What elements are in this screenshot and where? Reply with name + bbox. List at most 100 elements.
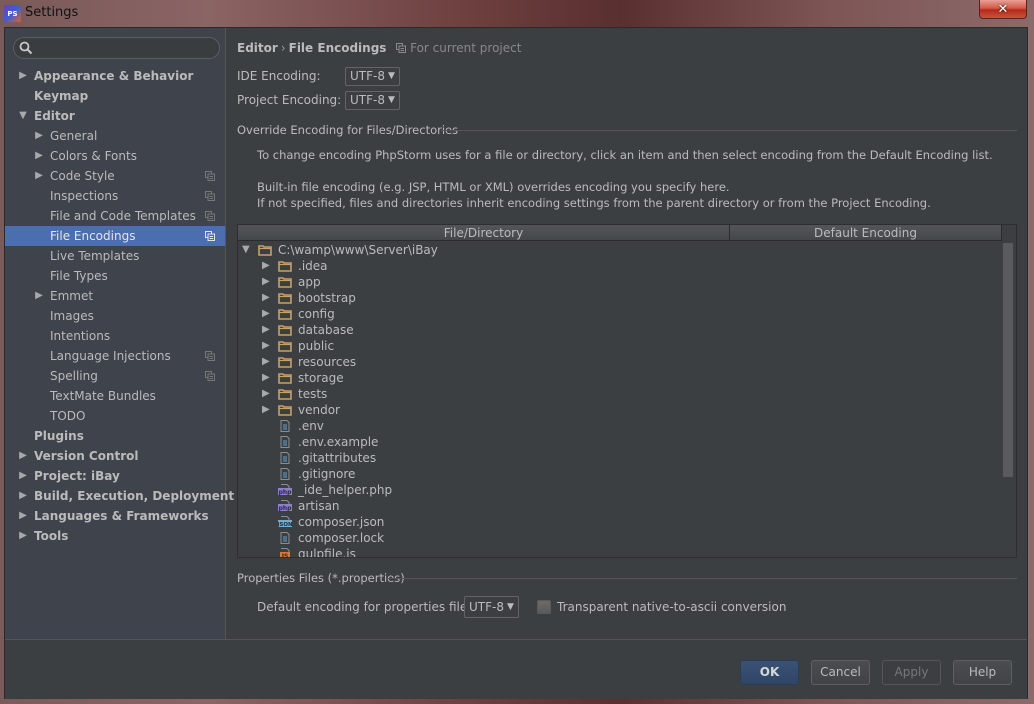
table-row[interactable]: composer.lock [238,530,1002,546]
project-level-icon [205,171,215,181]
sidebar-item-appearance-behavior[interactable]: ▶ Appearance & Behavior [5,66,225,86]
sidebar-item-inspections[interactable]: Inspections [5,186,225,206]
override-group-title: Override Encoding for Files/Directories [237,123,459,137]
apply-button[interactable]: Apply [882,660,941,685]
properties-encoding-select[interactable]: UTF-8 ▼ [464,596,519,618]
sidebar-item-editor[interactable]: ▼ Editor [5,106,225,126]
table-row[interactable]: php _ide_helper.php [238,482,1002,498]
expand-arrow-down-icon[interactable]: ▼ [242,242,250,258]
expand-arrow-right-icon[interactable]: ▶ [262,258,270,274]
sidebar-item-spelling[interactable]: Spelling [5,366,225,386]
table-row[interactable]: ▶ bootstrap [238,290,1002,306]
table-row[interactable]: JSON composer.json [238,514,1002,530]
expand-arrow-right-icon[interactable]: ▶ [34,126,44,146]
table-row[interactable]: ▶ storage [238,370,1002,386]
sidebar-item-live-templates[interactable]: Live Templates [5,246,225,266]
ide-encoding-select[interactable]: UTF-8 ▼ [345,67,400,86]
sidebar-item-colors-fonts[interactable]: ▶ Colors & Fonts [5,146,225,166]
sidebar-item-file-and-code-templates[interactable]: File and Code Templates [5,206,225,226]
expand-arrow-right-icon[interactable]: ▶ [262,290,270,306]
table-row[interactable]: .gitattributes [238,450,1002,466]
table-row[interactable]: .env [238,418,1002,434]
expand-arrow-right-icon[interactable]: ▶ [18,486,28,506]
table-row[interactable]: ▶ .idea [238,258,1002,274]
expand-arrow-right-icon[interactable]: ▶ [34,286,44,306]
expand-arrow-right-icon[interactable]: ▶ [18,466,28,486]
sidebar-item-intentions[interactable]: Intentions [5,326,225,346]
file-name: config [298,307,335,321]
sidebar-item-languages-frameworks[interactable]: ▶ Languages & Frameworks [5,506,225,526]
sidebar-item-plugins[interactable]: Plugins [5,426,225,446]
close-window-button[interactable]: ✕ [979,0,1027,19]
sidebar-item-emmet[interactable]: ▶ Emmet [5,286,225,306]
expand-arrow-right-icon[interactable]: ▶ [18,446,28,466]
settings-search-input[interactable] [13,37,220,59]
sidebar-item-language-injections[interactable]: Language Injections [5,346,225,366]
sidebar-item-file-encodings[interactable]: File Encodings [5,226,225,246]
table-row[interactable]: ▶ database [238,322,1002,338]
file-name: gulpfile.js [298,547,356,558]
table-row[interactable]: ▼ C:\wamp\www\Server\iBay [238,242,1002,258]
expand-arrow-right-icon[interactable]: ▶ [18,66,28,86]
sidebar-item-general[interactable]: ▶ General [5,126,225,146]
php-file-icon: php [278,500,292,512]
sidebar-item-label: Editor [34,109,75,123]
table-row[interactable]: JS gulpfile.js [238,546,1002,558]
sidebar-item-code-style[interactable]: ▶ Code Style [5,166,225,186]
table-header: File/Directory Default Encoding [238,225,1002,241]
expand-arrow-right-icon[interactable]: ▶ [34,166,44,186]
expand-arrow-right-icon[interactable]: ▶ [34,146,44,166]
expand-arrow-right-icon[interactable]: ▶ [262,338,270,354]
cancel-button[interactable]: Cancel [811,660,870,685]
expand-arrow-right-icon[interactable]: ▶ [18,506,28,526]
table-row[interactable]: ▶ vendor [238,402,1002,418]
expand-arrow-down-icon[interactable]: ▼ [18,106,28,126]
table-row[interactable]: .gitignore [238,466,1002,482]
group-divider [441,130,1017,131]
sidebar-item-label: Project: iBay [34,469,120,483]
text-file-icon [280,452,290,464]
project-level-icon [205,231,215,241]
table-row[interactable]: ▶ resources [238,354,1002,370]
expand-arrow-right-icon[interactable]: ▶ [18,526,28,546]
folder-icon [278,389,292,400]
expand-arrow-right-icon[interactable]: ▶ [262,370,270,386]
help-button[interactable]: Help [953,660,1012,685]
table-row[interactable]: php artisan [238,498,1002,514]
sidebar-item-file-types[interactable]: File Types [5,266,225,286]
expand-arrow-right-icon[interactable]: ▶ [262,386,270,402]
breadcrumb-parent: Editor [237,41,278,55]
expand-arrow-right-icon[interactable]: ▶ [262,402,270,418]
table-vertical-scrollbar[interactable] [1001,241,1015,557]
table-row[interactable]: ▶ tests [238,386,1002,402]
project-encoding-select[interactable]: UTF-8 ▼ [345,91,400,110]
sidebar-item-project-ibay[interactable]: ▶ Project: iBay [5,466,225,486]
sidebar-item-tools[interactable]: ▶ Tools [5,526,225,546]
sidebar-item-version-control[interactable]: ▶ Version Control [5,446,225,466]
sidebar-item-label: File and Code Templates [50,209,196,223]
sidebar-item-images[interactable]: Images [5,306,225,326]
phpstorm-app-icon: PS [4,5,21,22]
table-row[interactable]: ▶ app [238,274,1002,290]
chevron-down-icon: ▼ [506,601,514,612]
table-row[interactable]: ▶ config [238,306,1002,322]
sidebar-item-keymap[interactable]: Keymap [5,86,225,106]
expand-arrow-right-icon[interactable]: ▶ [262,274,270,290]
ok-button[interactable]: OK [740,660,799,685]
column-header-default-encoding[interactable]: Default Encoding [730,225,1002,240]
sidebar-item-build-execution-deployment[interactable]: ▶ Build, Execution, Deployment [5,486,234,506]
expand-arrow-right-icon[interactable]: ▶ [262,322,270,338]
properties-group-title: Properties Files (*.properties) [237,571,405,585]
dialog-footer: OK Cancel Apply Help [5,639,1027,699]
sidebar-item-textmate-bundles[interactable]: TextMate Bundles [5,386,225,406]
column-header-file-directory[interactable]: File/Directory [238,225,730,240]
file-name: .env [298,419,324,433]
native-to-ascii-checkbox[interactable] [537,600,551,614]
table-row[interactable]: ▶ public [238,338,1002,354]
expand-arrow-right-icon[interactable]: ▶ [262,354,270,370]
file-name: app [298,275,321,289]
table-row[interactable]: .env.example [238,434,1002,450]
scrollbar-thumb[interactable] [1003,243,1013,477]
expand-arrow-right-icon[interactable]: ▶ [262,306,270,322]
sidebar-item-todo[interactable]: TODO [5,406,225,426]
